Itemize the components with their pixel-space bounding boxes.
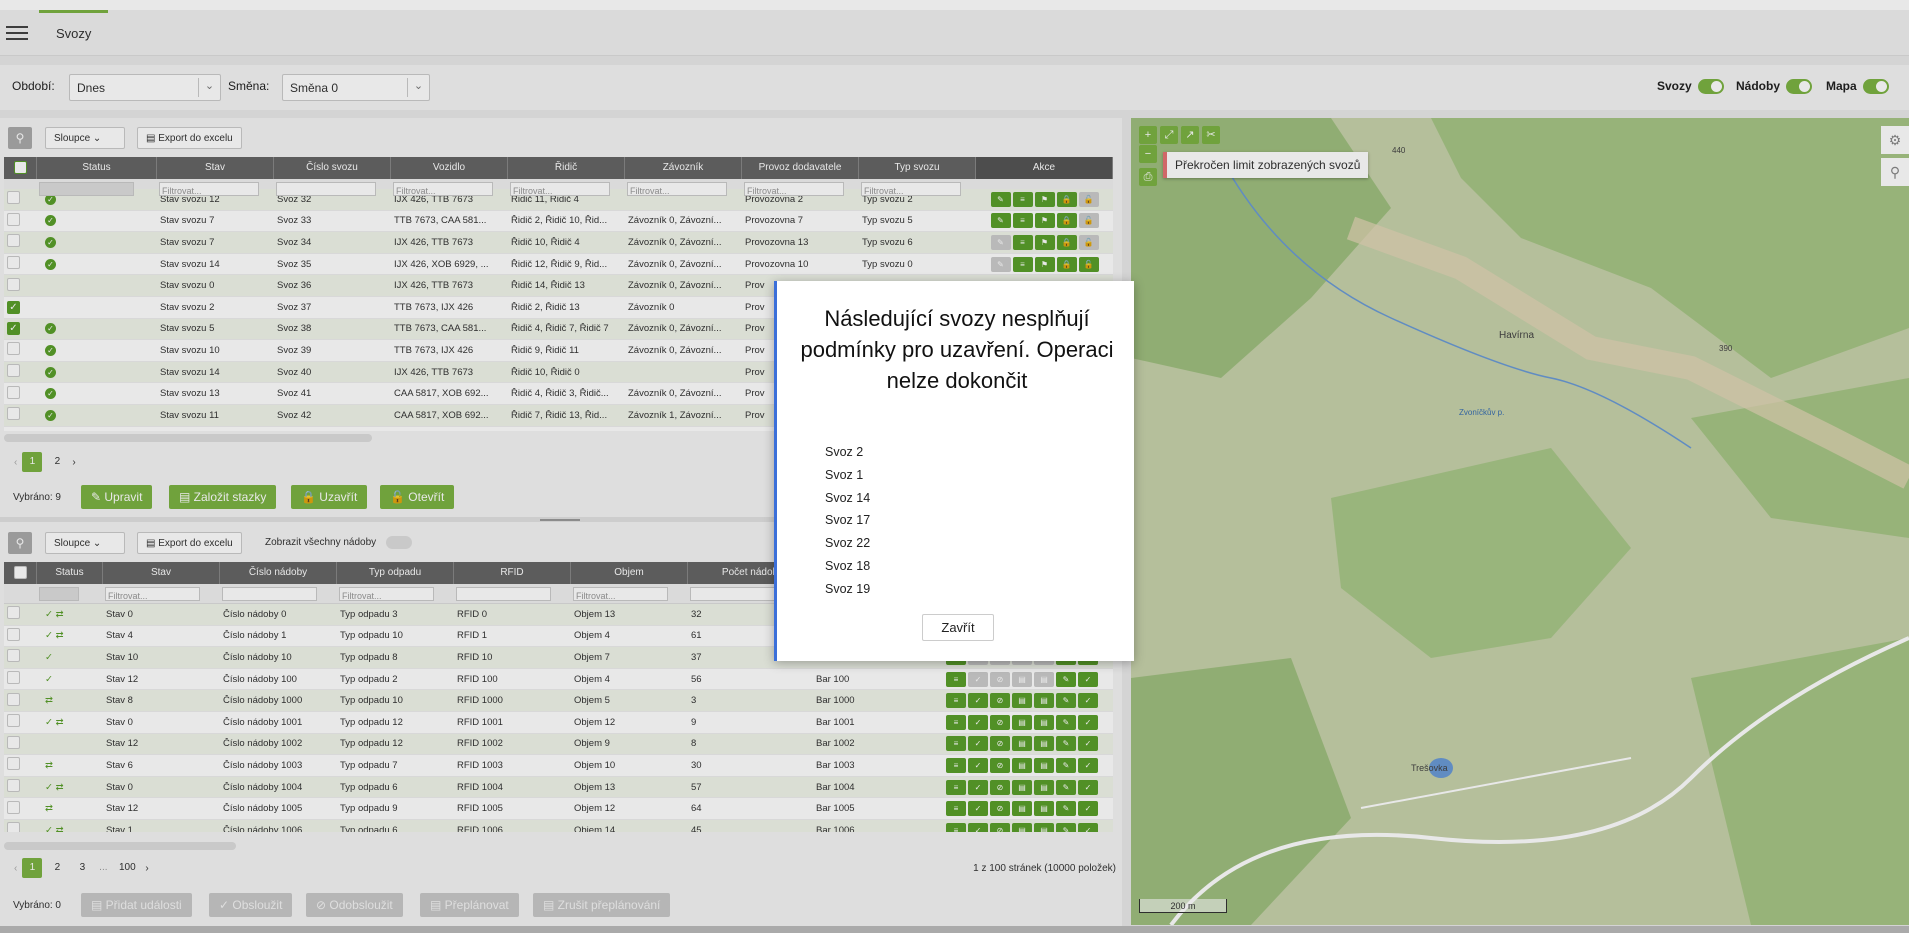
dialog-list-item: Svoz 19 bbox=[825, 581, 871, 596]
dialog-list-item: Svoz 17 bbox=[825, 513, 871, 528]
dialog-list-item: Svoz 1 bbox=[825, 467, 864, 482]
error-dialog: Následující svozy nesplňují podmínky pro… bbox=[774, 281, 1134, 661]
dialog-list-item: Svoz 18 bbox=[825, 558, 871, 573]
close-button[interactable]: Zavřít bbox=[922, 614, 994, 641]
dialog-list: Svoz 2 Svoz 1 Svoz 14 Svoz 17 Svoz 22 Sv… bbox=[825, 441, 870, 601]
dialog-title: Následující svozy nesplňují podmínky pro… bbox=[800, 306, 1114, 393]
dialog-list-item: Svoz 2 bbox=[825, 445, 864, 459]
dialog-list-item: Svoz 14 bbox=[825, 490, 871, 505]
dialog-list-item: Svoz 22 bbox=[825, 536, 871, 551]
